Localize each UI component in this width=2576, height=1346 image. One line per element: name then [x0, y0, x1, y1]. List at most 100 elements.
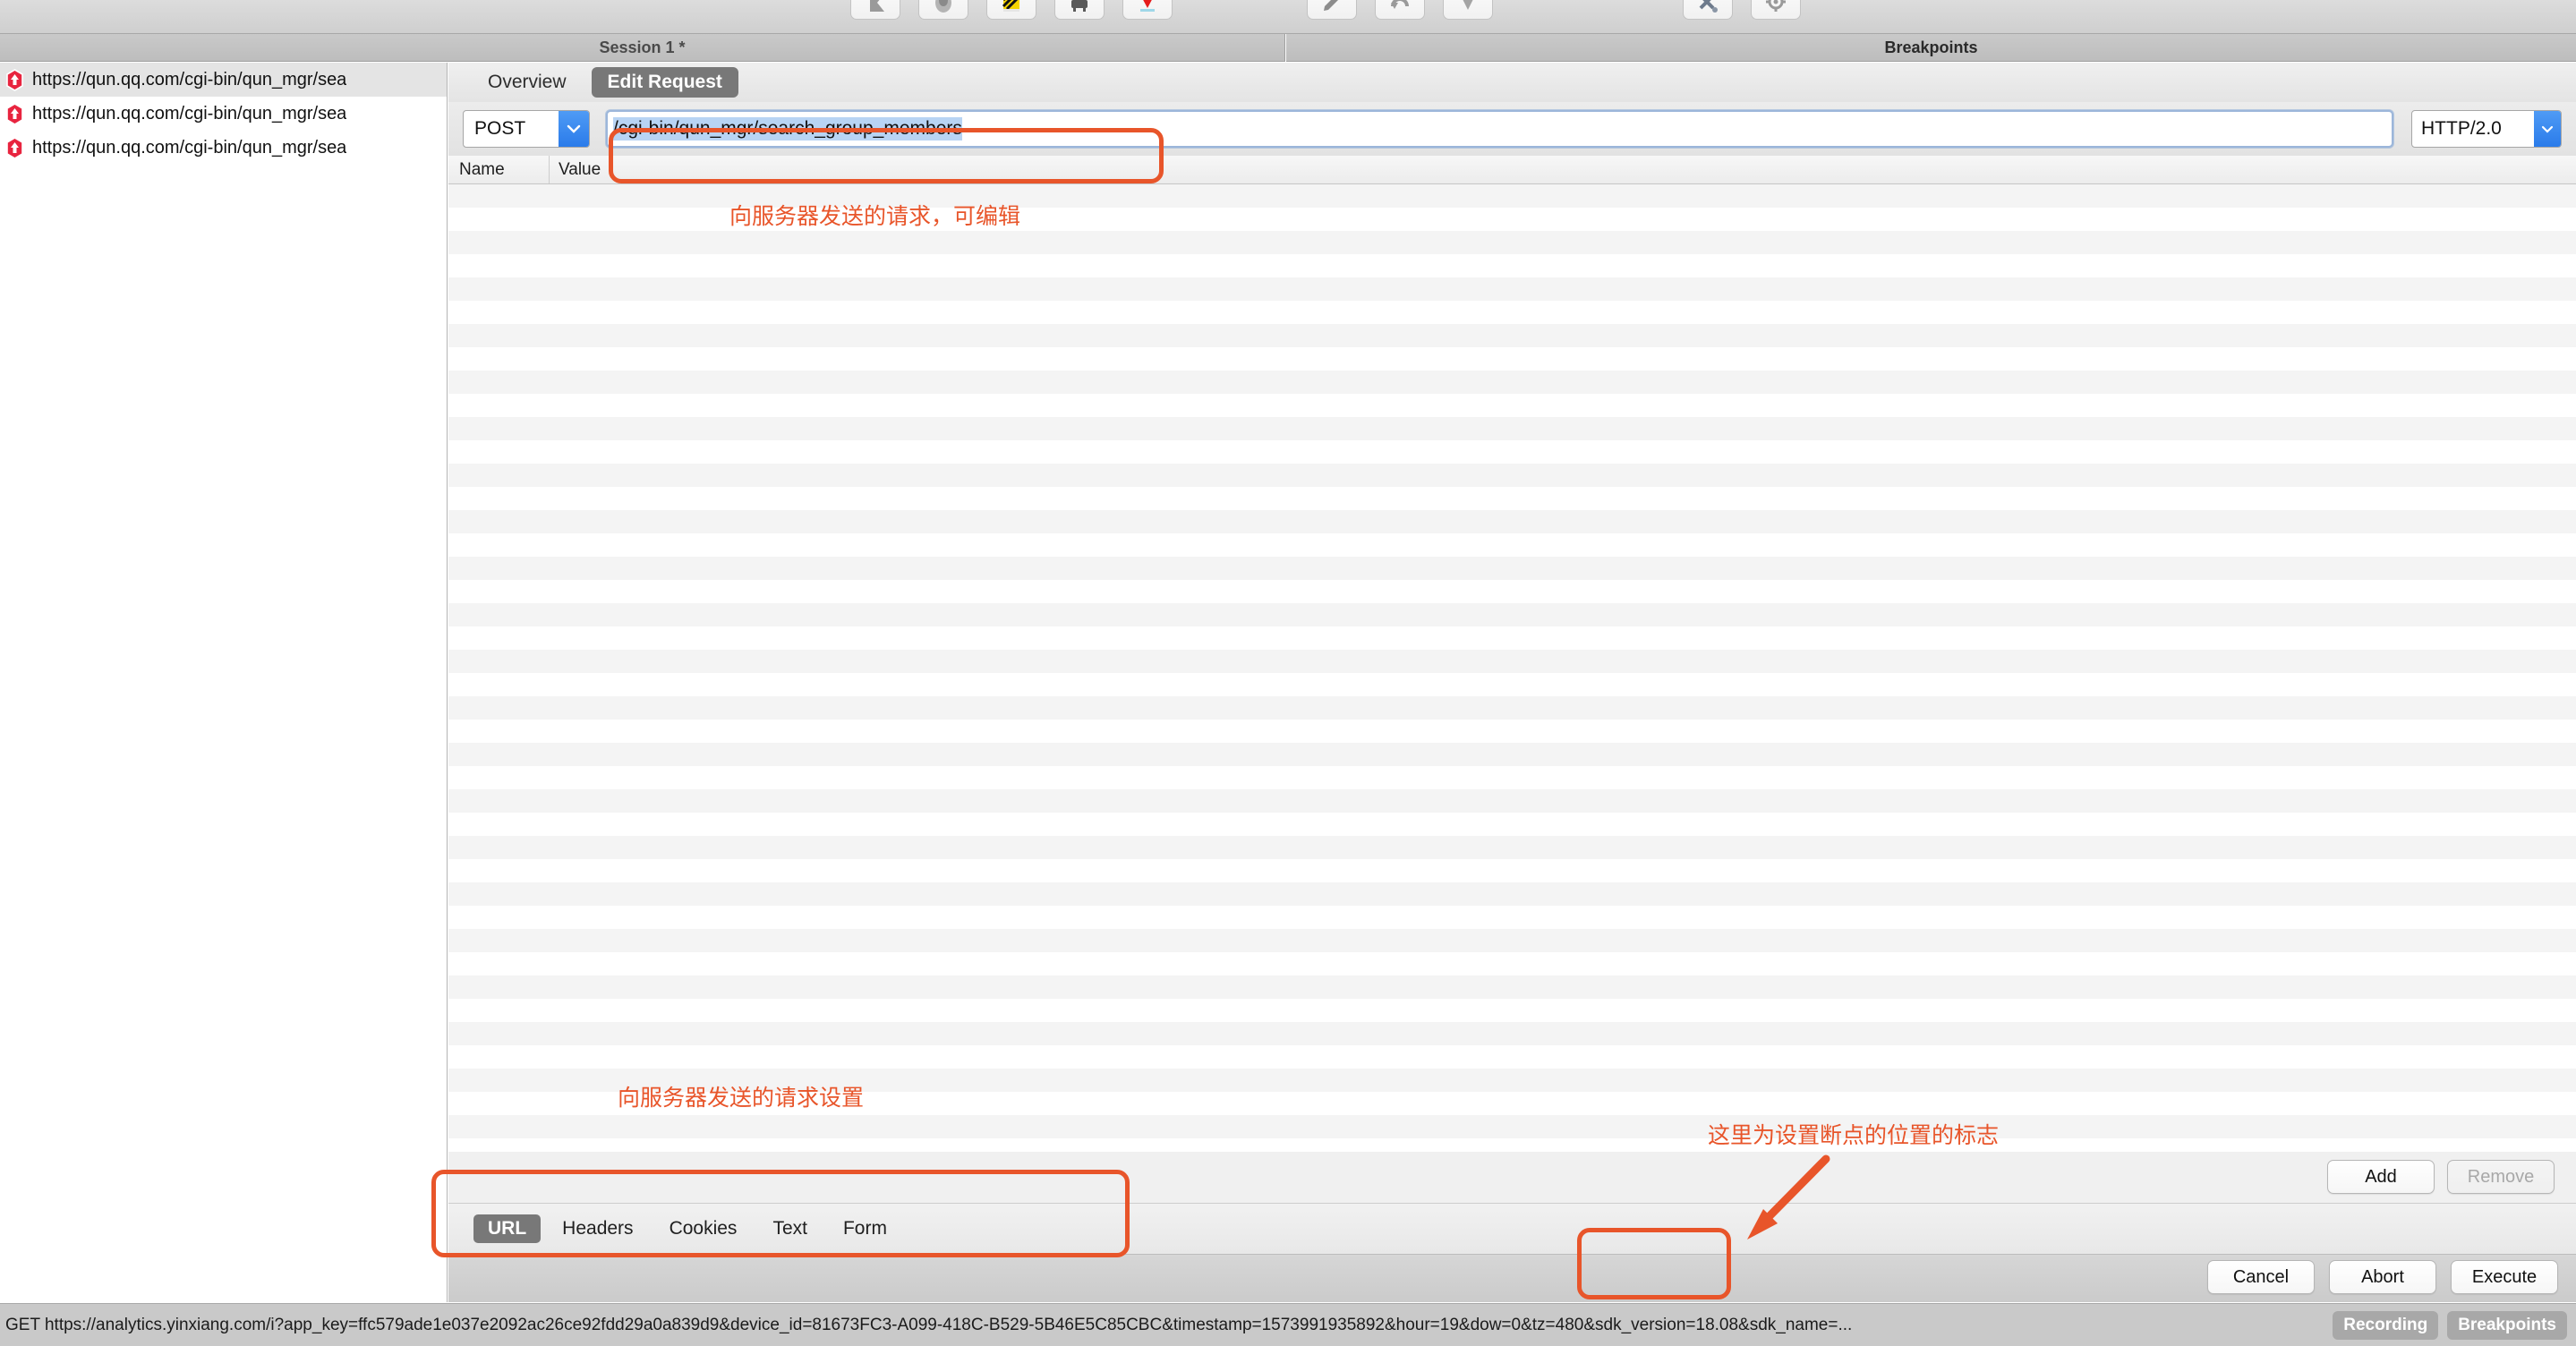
table-row[interactable] — [448, 743, 2576, 766]
table-row[interactable] — [448, 813, 2576, 836]
table-row[interactable] — [448, 417, 2576, 440]
toolbar-group-mid — [1307, 0, 1493, 20]
protocol-select[interactable]: HTTP/2.0 — [2411, 110, 2562, 148]
protocol-select-value: HTTP/2.0 — [2421, 118, 2502, 139]
table-row[interactable] — [448, 487, 2576, 510]
list-item[interactable]: https://qun.qq.com/cgi-bin/qun_mgr/sea — [0, 63, 447, 97]
abort-button[interactable]: Abort — [2329, 1260, 2436, 1294]
list-item[interactable]: https://qun.qq.com/cgi-bin/qun_mgr/sea — [0, 97, 447, 131]
tab-url[interactable]: URL — [473, 1214, 542, 1243]
status-badge-recording[interactable]: Recording — [2333, 1310, 2439, 1340]
request-url-value: /cgi-bin/qun_mgr/search_group_members — [613, 117, 962, 141]
repeat-icon[interactable] — [1375, 0, 1425, 20]
annotation-breakpoint-marker: 这里为设置断点的位置的标志 — [1708, 1123, 2000, 1148]
pencil-icon[interactable] — [1307, 0, 1357, 20]
table-row[interactable] — [448, 347, 2576, 371]
column-header-name: Name — [459, 159, 505, 179]
settings-icon[interactable] — [1751, 0, 1801, 20]
cancel-button[interactable]: Cancel — [2207, 1260, 2315, 1294]
action-button-group: Cancel Abort Execute — [2207, 1260, 2558, 1294]
list-item-url: https://qun.qq.com/cgi-bin/qun_mgr/sea — [32, 69, 347, 89]
table-row[interactable] — [448, 929, 2576, 952]
list-item-url: https://qun.qq.com/cgi-bin/qun_mgr/sea — [32, 103, 347, 124]
status-bar-url: GET https://analytics.yinxiang.com/i?app… — [5, 1315, 1853, 1334]
table-row[interactable] — [448, 952, 2576, 975]
table-row[interactable] — [448, 1022, 2576, 1045]
table-row[interactable] — [448, 882, 2576, 906]
params-table-body[interactable] — [448, 184, 2576, 1152]
table-row[interactable] — [448, 440, 2576, 464]
throttle-icon[interactable] — [986, 0, 1036, 20]
table-row[interactable] — [448, 975, 2576, 999]
tab-cookies[interactable]: Cookies — [655, 1214, 752, 1243]
table-row[interactable] — [448, 301, 2576, 324]
breakpoint-up-icon — [4, 102, 26, 125]
breakpoint-up-icon — [4, 136, 26, 159]
table-row[interactable] — [448, 766, 2576, 789]
table-row[interactable] — [448, 394, 2576, 417]
request-url-input[interactable]: /cgi-bin/qun_mgr/search_group_members — [606, 110, 2393, 148]
action-bar: Cancel Abort Execute — [448, 1255, 2576, 1302]
table-row[interactable] — [448, 720, 2576, 743]
breakpoint-list[interactable]: https://qun.qq.com/cgi-bin/qun_mgr/sea h… — [0, 63, 448, 1302]
add-button[interactable]: Add — [2327, 1160, 2435, 1194]
main-toolbar — [0, 0, 2576, 34]
table-row[interactable] — [448, 533, 2576, 557]
table-row[interactable] — [448, 277, 2576, 301]
table-row[interactable] — [448, 510, 2576, 533]
table-row[interactable] — [448, 1045, 2576, 1069]
app-window: Session 1 * Breakpoints https://qun.qq.c… — [0, 0, 2576, 1346]
session-bar: Session 1 * — [0, 34, 1285, 62]
table-row[interactable] — [448, 1138, 2576, 1152]
method-select[interactable]: POST — [463, 110, 590, 148]
table-row[interactable] — [448, 231, 2576, 254]
status-bar: GET https://analytics.yinxiang.com/i?app… — [0, 1303, 2576, 1346]
flag-icon[interactable] — [850, 0, 900, 20]
breakpoint-up-icon — [4, 68, 26, 91]
table-row[interactable] — [448, 696, 2576, 720]
toolbar-group-right — [1683, 0, 1801, 20]
tab-headers[interactable]: Headers — [548, 1214, 647, 1243]
table-row[interactable] — [448, 836, 2576, 859]
edit-request-panel: Overview Edit Request POST /cgi-bin/qun_… — [448, 63, 2576, 1302]
table-row[interactable] — [448, 371, 2576, 394]
table-row[interactable] — [448, 324, 2576, 347]
table-row[interactable] — [448, 789, 2576, 813]
request-section-tabs: URL Headers Cookies Text Form — [448, 1203, 2576, 1255]
table-header: Name Value — [448, 156, 2576, 184]
table-row[interactable] — [448, 603, 2576, 626]
request-line: POST /cgi-bin/qun_mgr/search_group_membe… — [448, 102, 2576, 156]
table-row[interactable] — [448, 580, 2576, 603]
table-row[interactable] — [448, 626, 2576, 650]
execute-button[interactable]: Execute — [2451, 1260, 2558, 1294]
tab-overview[interactable]: Overview — [472, 67, 583, 98]
annotation-request-editable: 向服务器发送的请求，可编辑 — [729, 204, 1021, 229]
tab-edit-request[interactable]: Edit Request — [591, 67, 738, 98]
table-row[interactable] — [448, 650, 2576, 673]
session-title: Session 1 * — [599, 38, 686, 56]
status-badge-breakpoints[interactable]: Breakpoints — [2447, 1310, 2567, 1340]
tools-icon[interactable] — [1683, 0, 1733, 20]
list-item[interactable]: https://qun.qq.com/cgi-bin/qun_mgr/sea — [0, 131, 447, 165]
chevron-down-icon — [559, 111, 589, 147]
down-arrow-icon[interactable] — [1443, 0, 1493, 20]
add-remove-group: Add Remove — [2327, 1160, 2555, 1194]
table-row[interactable] — [448, 254, 2576, 277]
method-select-value: POST — [474, 118, 526, 139]
table-row[interactable] — [448, 999, 2576, 1022]
table-row[interactable] — [448, 673, 2576, 696]
table-row[interactable] — [448, 1115, 2576, 1138]
tab-form[interactable]: Form — [829, 1214, 901, 1243]
list-item-url: https://qun.qq.com/cgi-bin/qun_mgr/sea — [32, 137, 347, 158]
toolbar-group-left — [850, 0, 1173, 20]
table-row[interactable] — [448, 906, 2576, 929]
stop-icon[interactable] — [1122, 0, 1173, 20]
table-row[interactable] — [448, 464, 2576, 487]
table-row[interactable] — [448, 557, 2576, 580]
remove-button: Remove — [2447, 1160, 2555, 1194]
table-row[interactable] — [448, 859, 2576, 882]
clear-icon[interactable] — [1054, 0, 1105, 20]
tab-text[interactable]: Text — [758, 1214, 822, 1243]
record-icon[interactable] — [918, 0, 968, 20]
annotation-arrow — [1747, 1154, 1830, 1240]
